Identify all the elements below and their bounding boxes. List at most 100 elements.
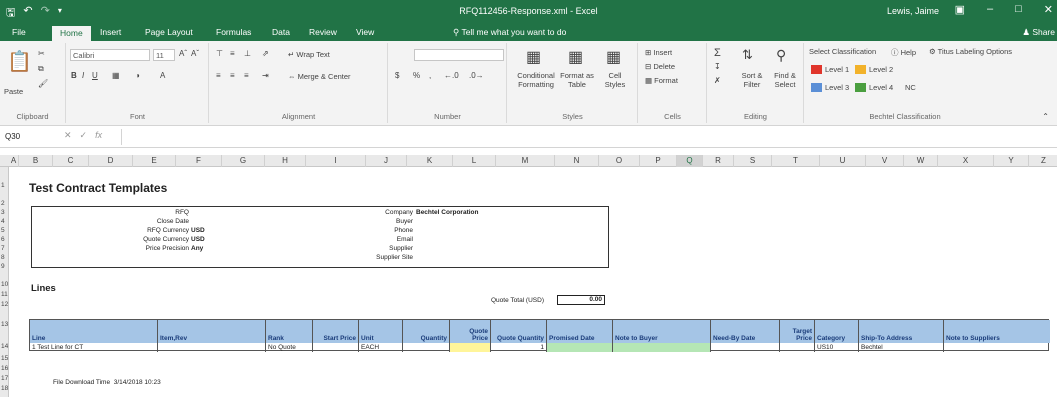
bold-icon[interactable]: B [71, 71, 77, 80]
merge-center-button[interactable]: ⇔ Merge & Center [288, 72, 351, 81]
column-header-z[interactable]: Z [1029, 155, 1057, 167]
tab-view[interactable]: View [352, 27, 378, 37]
table-cell[interactable] [547, 343, 613, 352]
orientation-icon[interactable]: ⇗ [262, 49, 269, 58]
column-header-d[interactable]: D [89, 155, 133, 167]
row-header-9[interactable]: 9 [0, 263, 9, 270]
decrease-decimal-icon[interactable]: .0→ [469, 71, 484, 80]
row-header-8[interactable]: 8 [0, 254, 9, 261]
borders-icon[interactable]: ▦ [112, 71, 120, 80]
column-header-n[interactable]: N [555, 155, 599, 167]
copy-icon[interactable]: ⧉ [38, 64, 44, 74]
collapse-ribbon-icon[interactable]: ⌃ [1042, 112, 1049, 121]
row-header-11[interactable]: 11 [0, 291, 9, 298]
table-cell[interactable] [450, 343, 491, 352]
row-header-10[interactable]: 10 [0, 281, 9, 288]
sort-filter-button[interactable]: Sort & Filter [738, 71, 766, 89]
cell-styles-button[interactable]: Cell Styles [600, 71, 630, 89]
ribbon-display-icon[interactable]: ▣ [955, 3, 965, 16]
minimize-icon[interactable]: – [987, 3, 993, 16]
conditional-formatting-icon[interactable]: ▦ [526, 47, 541, 67]
column-header-v[interactable]: V [866, 155, 904, 167]
insert-button[interactable]: ⊞ Insert [645, 48, 672, 57]
middle-align-icon[interactable]: ≡ [230, 49, 235, 58]
level3-button[interactable]: Level 3 [825, 83, 849, 92]
name-box[interactable]: Q30 [2, 131, 52, 144]
row-header-7[interactable]: 7 [0, 245, 9, 252]
row-header-2[interactable]: 2 [0, 200, 9, 207]
wrap-text-button[interactable]: ↵ Wrap Text [288, 50, 330, 59]
formula-input[interactable] [121, 129, 1055, 145]
align-center-icon[interactable]: ≡ [230, 71, 235, 80]
underline-icon[interactable]: U [92, 71, 98, 80]
sort-filter-icon[interactable]: ⇅ [742, 47, 753, 63]
align-left-icon[interactable]: ≡ [216, 71, 221, 80]
tab-insert[interactable]: Insert [96, 27, 125, 37]
fill-icon[interactable]: ↧ [714, 62, 721, 71]
share-button[interactable]: ♟ Share [1022, 27, 1055, 38]
row-header-4[interactable]: 4 [0, 218, 9, 225]
tab-page-layout[interactable]: Page Layout [141, 27, 197, 37]
tell-me-box[interactable]: ⚲ Tell me what you want to do [453, 27, 566, 38]
format-painter-icon[interactable]: 🖌 [38, 79, 48, 88]
enter-entry-icon[interactable]: ✓ [80, 130, 88, 141]
column-header-y[interactable]: Y [994, 155, 1029, 167]
column-header-x[interactable]: X [938, 155, 994, 167]
conditional-formatting-button[interactable]: Conditional Formatting [516, 71, 556, 89]
column-header-e[interactable]: E [133, 155, 176, 167]
font-size-box[interactable]: 11 [153, 49, 175, 61]
bottom-align-icon[interactable]: ⊥ [244, 49, 251, 58]
column-header-c[interactable]: C [53, 155, 89, 167]
indent-icon[interactable]: ⇥ [262, 71, 269, 80]
paste-icon[interactable]: 📋 [7, 49, 32, 74]
align-right-icon[interactable]: ≡ [244, 71, 249, 80]
grow-font-icon[interactable]: Aˆ [179, 49, 187, 58]
row-header-17[interactable]: 17 [0, 375, 9, 382]
row-header-12[interactable]: 12 [0, 301, 9, 308]
column-header-o[interactable]: O [599, 155, 640, 167]
tab-formulas[interactable]: Formulas [212, 27, 255, 37]
find-select-button[interactable]: Find & Select [770, 71, 800, 89]
nc-button[interactable]: NC [905, 83, 916, 92]
column-header-t[interactable]: T [772, 155, 820, 167]
italic-icon[interactable]: I [82, 71, 84, 80]
user-name[interactable]: Lewis, Jaime [887, 6, 939, 16]
select-classification-button[interactable]: Select Classification [809, 47, 876, 56]
column-header-b[interactable]: B [19, 155, 53, 167]
titus-options-button[interactable]: ⚙ Titus Labeling Options [929, 47, 1012, 56]
cancel-entry-icon[interactable]: ✕ [64, 130, 72, 141]
column-header-p[interactable]: P [640, 155, 677, 167]
accounting-format-icon[interactable]: $ [395, 71, 399, 80]
format-button[interactable]: ▦ Format [645, 76, 678, 85]
column-header-a[interactable]: A [9, 155, 19, 167]
top-align-icon[interactable]: ⊤ [216, 49, 223, 58]
increase-decimal-icon[interactable]: ←.0 [444, 71, 459, 80]
row-header-3[interactable]: 3 [0, 209, 9, 216]
row-header-5[interactable]: 5 [0, 227, 9, 234]
column-header-f[interactable]: F [176, 155, 222, 167]
number-format-box[interactable] [414, 49, 504, 61]
worksheet[interactable]: Test Contract Templates RFQ Close Date RFQ… [9, 167, 1057, 397]
level1-button[interactable]: Level 1 [825, 65, 849, 74]
column-header-k[interactable]: K [407, 155, 453, 167]
maximize-icon[interactable]: □ [1015, 3, 1022, 16]
fill-color-icon[interactable]: ◑ [135, 71, 140, 80]
column-header-g[interactable]: G [222, 155, 265, 167]
column-header-j[interactable]: J [366, 155, 407, 167]
column-header-i[interactable]: I [306, 155, 366, 167]
insert-function-icon[interactable]: fx [95, 130, 102, 141]
cut-icon[interactable]: ✂ [38, 49, 45, 58]
column-header-s[interactable]: S [734, 155, 772, 167]
font-color-icon[interactable]: A [160, 71, 165, 80]
level2-button[interactable]: Level 2 [869, 65, 893, 74]
percent-style-icon[interactable]: % [413, 71, 420, 80]
font-name-box[interactable]: Calibri [70, 49, 150, 61]
row-header-1[interactable]: 1 [0, 182, 9, 189]
format-as-table-button[interactable]: Format as Table [560, 71, 594, 89]
row-header-13[interactable]: 13 [0, 321, 9, 328]
autosum-icon[interactable]: Σ [714, 47, 721, 59]
tab-data[interactable]: Data [268, 27, 294, 37]
find-select-icon[interactable]: ⚲ [776, 47, 786, 64]
row-header-14[interactable]: 14 [0, 343, 9, 350]
level4-button[interactable]: Level 4 [869, 83, 893, 92]
